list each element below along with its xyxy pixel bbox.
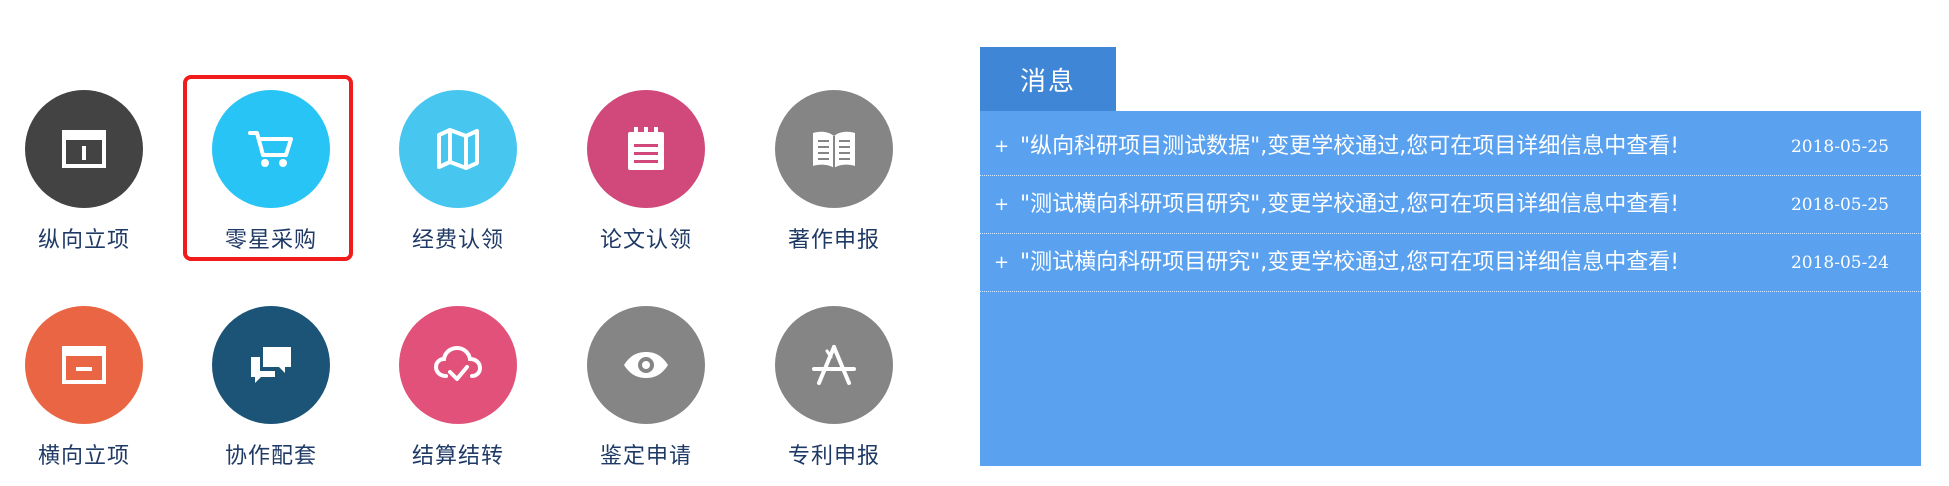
tile-label: 鉴定申请 (599, 444, 692, 469)
tile-label: 经费认领 (411, 228, 504, 253)
tile-appraisal[interactable]: 鉴定申请 (566, 306, 726, 486)
tile-circle (587, 306, 705, 424)
folded-map-icon (437, 128, 479, 170)
tile-circle (775, 90, 893, 208)
app-store-icon (812, 345, 856, 385)
tile-label: 横向立项 (37, 444, 130, 469)
tile-circle (775, 306, 893, 424)
tile-circle (25, 306, 143, 424)
tile-label: 结算结转 (411, 444, 504, 469)
tile-circle (212, 90, 330, 208)
message-item[interactable]: + "测试横向科研项目研究",变更学校通过,您可在项目详细信息中查看! 2018… (980, 235, 1921, 292)
plus-icon: + (994, 194, 1010, 215)
tile-circle (399, 306, 517, 424)
tile-vertical-project[interactable]: 纵向立项 (4, 90, 164, 280)
messages-tab[interactable]: 消息 (980, 47, 1116, 111)
browser-window-icon (62, 130, 106, 168)
messages-panel: + "纵向科研项目测试数据",变更学校通过,您可在项目详细信息中查看! 2018… (980, 111, 1921, 466)
tile-circle (587, 90, 705, 208)
tile-funding-claim[interactable]: 经费认领 (378, 90, 538, 280)
shopping-cart-icon (248, 131, 293, 167)
notepad-icon (628, 127, 664, 170)
tile-settlement[interactable]: 结算结转 (378, 306, 538, 486)
chat-bubbles-icon (251, 347, 291, 383)
tile-label: 零星采购 (224, 228, 317, 253)
open-book-icon (813, 131, 855, 168)
tile-circle (212, 306, 330, 424)
tile-circle (25, 90, 143, 208)
tile-label: 纵向立项 (37, 228, 130, 253)
tile-collaboration[interactable]: 协作配套 (191, 306, 351, 486)
message-item[interactable]: + "纵向科研项目测试数据",变更学校通过,您可在项目详细信息中查看! 2018… (980, 119, 1921, 176)
message-date: 2018-05-25 (1790, 137, 1889, 157)
tile-book-declaration[interactable]: 著作申报 (754, 90, 914, 280)
cloud-check-icon (433, 345, 483, 381)
message-text: "纵向科研项目测试数据",变更学校通过,您可在项目详细信息中查看! (1020, 134, 1680, 159)
message-text: "测试横向科研项目研究",变更学校通过,您可在项目详细信息中查看! (1020, 250, 1680, 275)
message-text: "测试横向科研项目研究",变更学校通过,您可在项目详细信息中查看! (1020, 192, 1680, 217)
tile-sporadic-purchase[interactable]: 零星采购 (191, 90, 351, 280)
page: 纵向立项 零星采购 经费认领 论文认领 著作申报 横向立项 协作配套 结算结转 … (0, 0, 1949, 486)
tile-horizontal-project[interactable]: 横向立项 (4, 306, 164, 486)
message-date: 2018-05-24 (1790, 253, 1889, 273)
plus-icon: + (994, 252, 1010, 273)
eye-icon (624, 352, 668, 378)
tile-circle (399, 90, 517, 208)
tile-label: 协作配套 (224, 444, 317, 469)
message-item[interactable]: + "测试横向科研项目研究",变更学校通过,您可在项目详细信息中查看! 2018… (980, 177, 1921, 234)
tile-patent[interactable]: 专利申报 (754, 306, 914, 486)
plus-icon: + (994, 136, 1010, 157)
tile-paper-claim[interactable]: 论文认领 (566, 90, 726, 280)
tile-label: 专利申报 (787, 444, 880, 469)
tile-label: 著作申报 (787, 228, 880, 253)
message-date: 2018-05-25 (1790, 195, 1889, 215)
tile-label: 论文认领 (599, 228, 692, 253)
browser-minimize-icon (62, 346, 106, 384)
